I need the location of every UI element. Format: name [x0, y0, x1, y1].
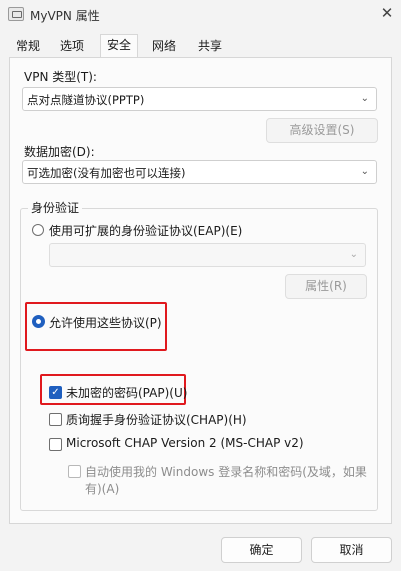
tab-sharing[interactable]: 共享 — [192, 36, 228, 57]
tab-general[interactable]: 常规 — [10, 36, 46, 57]
allow-protocols-label: 允许使用这些协议(P) — [49, 316, 162, 330]
auto-login-label-line2: 有)(A) — [85, 482, 120, 496]
mschap-checkbox[interactable] — [49, 438, 62, 451]
eap-select[interactable]: ⌄ — [49, 243, 366, 267]
tab-options[interactable]: 选项 — [54, 36, 90, 57]
tab-security[interactable]: 安全 — [100, 34, 138, 58]
authentication-group-title: 身份验证 — [28, 199, 83, 216]
advanced-settings-button[interactable]: 高级设置(S) — [266, 118, 378, 143]
auto-login-checkbox[interactable] — [68, 465, 81, 478]
pap-label: 未加密的密码(PAP)(U) — [66, 386, 188, 400]
vpn-type-label: VPN 类型(T): — [24, 70, 97, 84]
eap-radio-label: 使用可扩展的身份验证协议(EAP)(E) — [49, 224, 243, 238]
chevron-down-icon: ⌄ — [360, 166, 369, 177]
cancel-button[interactable]: 取消 — [311, 537, 392, 563]
chap-label: 质询握手身份验证协议(CHAP)(H) — [66, 413, 247, 427]
close-icon[interactable]: ✕ — [378, 3, 396, 23]
ok-button[interactable]: 确定 — [221, 537, 302, 563]
vpn-type-select[interactable]: 点对点隧道协议(PPTP) ⌄ — [22, 87, 377, 111]
vpn-type-value: 点对点隧道协议(PPTP) — [27, 93, 145, 107]
window-title: MyVPN 属性 — [30, 9, 100, 23]
encryption-value: 可选加密(没有加密也可以连接) — [27, 166, 186, 180]
pap-checkbox[interactable]: ✓ — [49, 386, 62, 399]
chevron-down-icon: ⌄ — [349, 249, 358, 260]
tab-networking[interactable]: 网络 — [146, 36, 182, 57]
allow-protocols-radio[interactable] — [32, 315, 45, 328]
chap-checkbox[interactable] — [49, 413, 62, 426]
eap-radio[interactable] — [32, 224, 44, 236]
network-connection-icon — [8, 7, 24, 21]
auto-login-label-line1: 自动使用我的 Windows 登录名称和密码(及域，如果 — [85, 465, 367, 479]
mschap-label: Microsoft CHAP Version 2 (MS-CHAP v2) — [66, 436, 304, 450]
chevron-down-icon: ⌄ — [360, 93, 369, 104]
properties-button[interactable]: 属性(R) — [285, 274, 367, 299]
encryption-label: 数据加密(D): — [24, 145, 95, 159]
tab-bar: 常规 选项 安全 网络 共享 — [0, 34, 401, 58]
encryption-select[interactable]: 可选加密(没有加密也可以连接) ⌄ — [22, 160, 377, 184]
